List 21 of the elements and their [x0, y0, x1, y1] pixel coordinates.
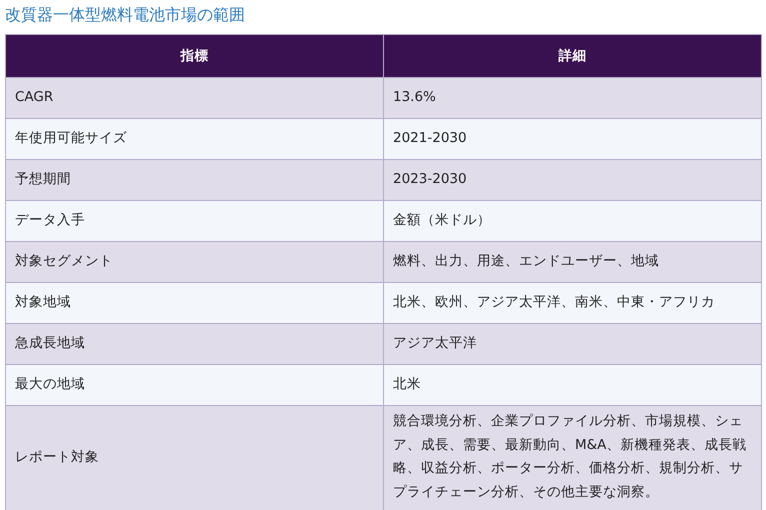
column-header: 指標 [6, 34, 384, 78]
table-cell: 北米 [384, 364, 762, 406]
table-cell: 年使用可能サイズ [6, 118, 384, 160]
table-cell: データ入手 [6, 200, 384, 242]
table-cell: 13.6% [384, 78, 762, 118]
table-cell: 競合環境分析、企業プロファイル分析、市場規模、シェア、成長、需要、最新動向、M&A、新機種発表、成長戦略、収益分析、ポーター分析、価格分析、規制分析、サプライチェーン分析、その他主要な洞察。 [384, 406, 762, 510]
table-cell: 金額（米ドル） [384, 200, 762, 242]
table-cell: レポート対象 [6, 406, 384, 510]
column-header: 詳細 [384, 34, 762, 78]
table-cell: 急成長地域 [6, 324, 384, 364]
table-cell: 対象地域 [6, 282, 384, 324]
table-cell: 燃料、出力、用途、エンドユーザー、地域 [384, 242, 762, 282]
table-cell: 北米、欧州、アジア太平洋、南米、中東・アフリカ [384, 282, 762, 324]
table-cell: 予想期間 [6, 160, 384, 200]
table-cell: 対象セグメント [6, 242, 384, 282]
table-cell: 2021-2030 [384, 118, 762, 160]
table-cell: 2023-2030 [384, 160, 762, 200]
table-cell: 最大の地域 [6, 364, 384, 406]
table-cell: アジア太平洋 [384, 324, 762, 364]
page-title: 改質器一体型燃料電池市場の範囲 [5, 4, 246, 26]
table-cell: CAGR [6, 78, 384, 118]
